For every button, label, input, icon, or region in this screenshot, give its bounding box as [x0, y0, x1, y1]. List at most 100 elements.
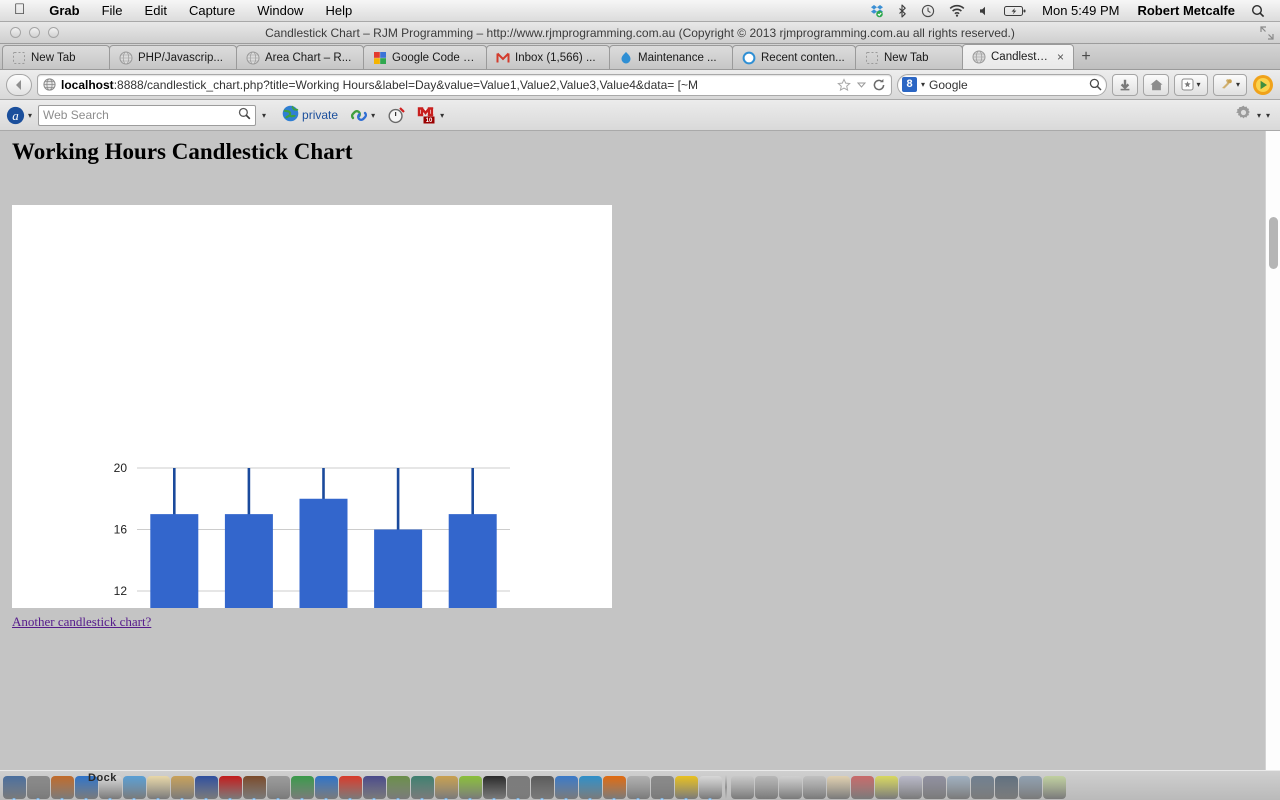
dock-icon-9[interactable] [195, 776, 218, 799]
tab-9[interactable]: Candlestick...× [962, 44, 1074, 69]
tab-1[interactable]: New Tab [2, 45, 110, 69]
chevron-down-icon[interactable]: ▾ [262, 111, 266, 120]
dock-icon-41[interactable] [971, 776, 994, 799]
search-icon[interactable] [238, 107, 251, 123]
bookmarks-star-icon[interactable]: ▾ [1174, 74, 1208, 96]
dock-icon-26[interactable] [603, 776, 626, 799]
dropbox-icon[interactable] [863, 4, 891, 18]
tab-6[interactable]: Maintenance ... [609, 45, 733, 69]
close-icon[interactable]: × [1057, 51, 1064, 63]
download-arrow-icon[interactable] [1112, 74, 1138, 96]
zoom-window-button[interactable] [48, 27, 59, 38]
dock-icon-7[interactable] [147, 776, 170, 799]
dock-icon-12[interactable] [267, 776, 290, 799]
tab-3[interactable]: Area Chart – R... [236, 45, 364, 69]
wifi-icon[interactable] [942, 4, 972, 17]
menu-item-help[interactable]: Help [314, 3, 363, 18]
dock-icon-2[interactable] [27, 776, 50, 799]
dock-icon-13[interactable] [291, 776, 314, 799]
chevron-down-icon[interactable]: ▾ [371, 111, 375, 120]
bluetooth-icon[interactable] [891, 4, 914, 18]
dock-icon-43[interactable] [1019, 776, 1042, 799]
chevron-down-icon[interactable]: ▾ [440, 111, 444, 120]
dock-icon-28[interactable] [651, 776, 674, 799]
private-bookmark[interactable]: private [282, 105, 338, 125]
dock-icon-6[interactable] [123, 776, 146, 799]
dock-icon-38[interactable] [899, 776, 922, 799]
menu-user-name[interactable]: Robert Metcalfe [1128, 3, 1244, 18]
stopwatch-icon[interactable] [387, 106, 405, 124]
dock-icon-31[interactable] [731, 776, 754, 799]
dock-icon-22[interactable] [507, 776, 530, 799]
chevron-down-icon[interactable] [856, 79, 867, 90]
dock-icon-16[interactable] [363, 776, 386, 799]
chevron-down-icon[interactable]: ▾ [1236, 80, 1240, 89]
address-bar[interactable]: localhost:8888/candlestick_chart.php?tit… [37, 74, 892, 96]
vertical-scrollbar[interactable] [1265, 131, 1280, 770]
dock-icon-5[interactable] [99, 776, 122, 799]
dock-icon-15[interactable] [339, 776, 362, 799]
dock-icon-10[interactable] [219, 776, 242, 799]
search-icon[interactable] [1244, 4, 1272, 18]
menu-clock[interactable]: Mon 5:49 PM [1033, 3, 1128, 18]
search-engine-badge[interactable]: 8 [902, 77, 917, 92]
addon-badge-icon[interactable] [1252, 74, 1274, 96]
dock-icon-23[interactable] [531, 776, 554, 799]
another-chart-link[interactable]: Another candlestick chart? [12, 614, 151, 630]
dock-icon-21[interactable] [483, 776, 506, 799]
menu-item-grab[interactable]: Grab [38, 3, 90, 18]
search-bar[interactable]: 8 ▾ Google [897, 74, 1107, 96]
chevron-down-icon[interactable]: ▾ [921, 80, 925, 89]
reload-icon[interactable] [872, 78, 886, 92]
dock-icon-42[interactable] [995, 776, 1018, 799]
dock-icon-40[interactable] [947, 776, 970, 799]
dock-icon-4[interactable] [75, 776, 98, 799]
chevron-down-icon[interactable]: ▾ [1257, 111, 1261, 120]
star-icon[interactable] [837, 78, 851, 92]
dock-icon-8[interactable] [171, 776, 194, 799]
fullscreen-icon[interactable] [1260, 26, 1274, 40]
gear-icon[interactable] [1235, 104, 1252, 126]
menu-item-capture[interactable]: Capture [178, 3, 246, 18]
search-icon[interactable] [1089, 78, 1102, 91]
minimize-window-button[interactable] [29, 27, 40, 38]
gmail-icon[interactable]: 10 ▾ [417, 107, 444, 124]
scrollbar-thumb[interactable] [1269, 217, 1278, 269]
tab-5[interactable]: Inbox (1,566) ... [486, 45, 610, 69]
dock-icon-27[interactable] [627, 776, 650, 799]
dock-icon-36[interactable] [851, 776, 874, 799]
dock-icon-34[interactable] [803, 776, 826, 799]
dock-icon-18[interactable] [411, 776, 434, 799]
dock-icon-35[interactable] [827, 776, 850, 799]
tab-4[interactable]: Google Code P... [363, 45, 487, 69]
alexa-a-icon[interactable]: a ▾ [6, 106, 32, 125]
chevron-down-icon[interactable]: ▾ [1266, 111, 1270, 120]
dock-icon-1[interactable] [3, 776, 26, 799]
dock-icon-20[interactable] [459, 776, 482, 799]
battery-icon[interactable] [997, 5, 1033, 17]
tools-icon[interactable]: ▾ [1213, 74, 1247, 96]
link-chain-icon[interactable]: ▾ [350, 107, 375, 124]
apple-icon[interactable]:  [0, 2, 38, 17]
dock-icon-11[interactable] [243, 776, 266, 799]
menu-item-file[interactable]: File [91, 3, 134, 18]
dock-icon-33[interactable] [779, 776, 802, 799]
tab-8[interactable]: New Tab [855, 45, 963, 69]
volume-icon[interactable] [972, 5, 997, 17]
new-tab-button[interactable]: + [1075, 46, 1097, 68]
dock-icon-3[interactable] [51, 776, 74, 799]
dock-icon-44[interactable] [1043, 776, 1066, 799]
chevron-down-icon[interactable]: ▾ [1196, 80, 1200, 89]
back-button[interactable] [6, 74, 32, 96]
dock-icon-39[interactable] [923, 776, 946, 799]
close-window-button[interactable] [10, 27, 21, 38]
web-search-input[interactable]: Web Search [38, 105, 256, 126]
dock-icon-32[interactable] [755, 776, 778, 799]
dock-icon-24[interactable] [555, 776, 578, 799]
tab-2[interactable]: PHP/Javascrip... [109, 45, 237, 69]
tab-7[interactable]: Recent conten... [732, 45, 856, 69]
menu-item-window[interactable]: Window [246, 3, 314, 18]
dock-icon-37[interactable] [875, 776, 898, 799]
dock-icon-17[interactable] [387, 776, 410, 799]
dock-icon-14[interactable] [315, 776, 338, 799]
